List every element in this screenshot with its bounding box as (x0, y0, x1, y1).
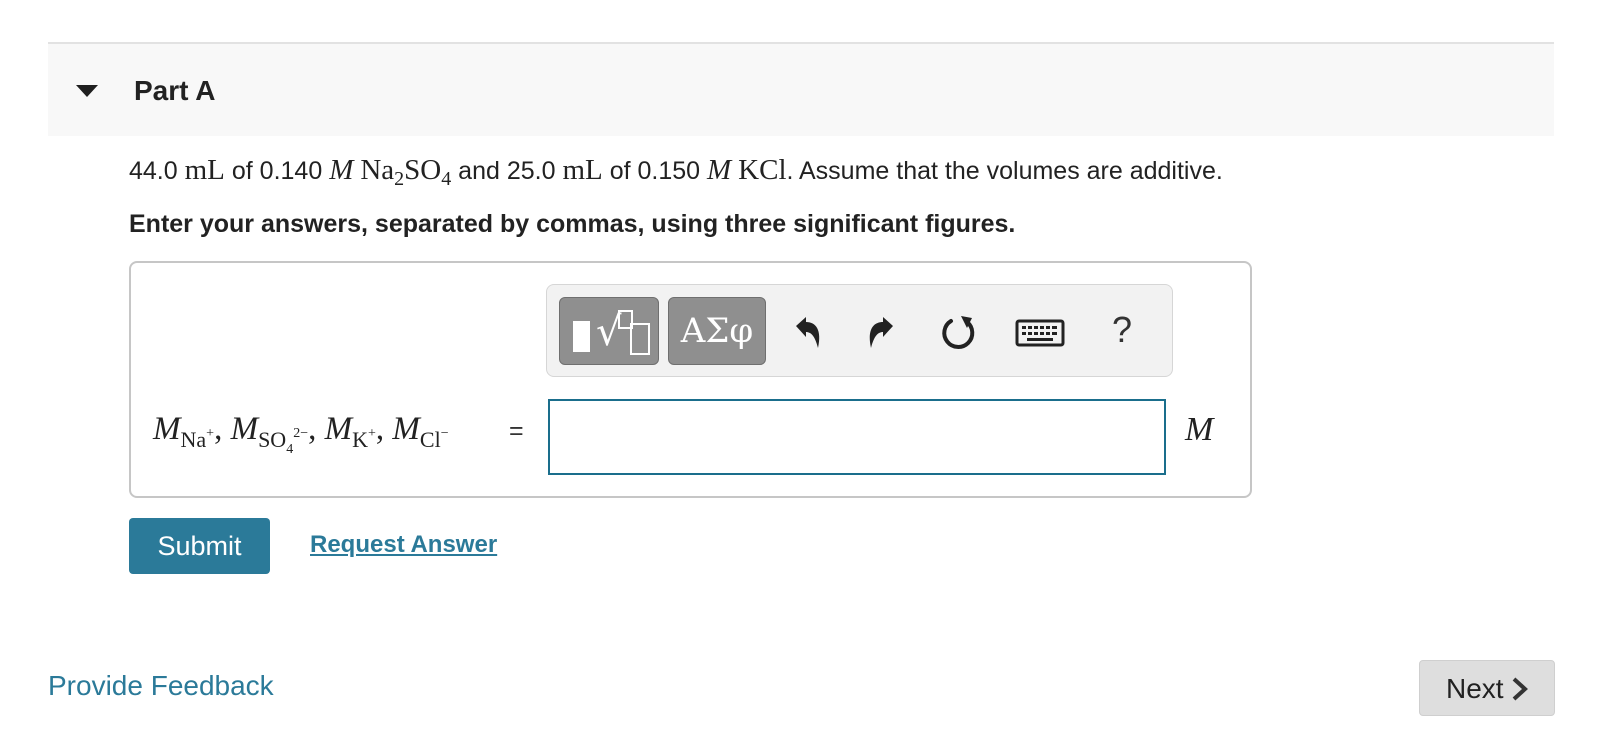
templates-radical-icon[interactable]: √ (559, 297, 659, 365)
part-header[interactable]: Part A (48, 42, 1554, 136)
equals-sign: = (509, 417, 524, 445)
keyboard-icon[interactable] (1013, 308, 1069, 358)
answer-unit: M (1185, 411, 1214, 448)
answer-input[interactable] (548, 399, 1166, 475)
reset-icon[interactable] (934, 308, 984, 358)
submit-button[interactable]: Submit (129, 518, 270, 574)
provide-feedback-link[interactable]: Provide Feedback (48, 670, 274, 702)
next-label: Next (1446, 673, 1504, 704)
question-text: 44.0 mL of 0.140 M Na2SO4 and 25.0 mL of… (129, 154, 1223, 190)
math-toolbar: √ ΑΣφ ? (546, 284, 1173, 377)
next-button[interactable]: Next (1419, 660, 1555, 716)
answer-box: √ ΑΣφ ? MNa+, MSO42−, MK+, MCl− = M (129, 261, 1252, 498)
request-answer-link[interactable]: Request Answer (310, 531, 497, 559)
symbols-button[interactable]: ΑΣφ (668, 297, 766, 365)
chevron-right-icon (1512, 677, 1528, 701)
undo-icon[interactable] (782, 308, 832, 358)
help-button[interactable]: ? (1102, 305, 1142, 355)
answer-label: MNa+, MSO42−, MK+, MCl− (153, 411, 449, 457)
symbols-label: ΑΣφ (680, 311, 754, 351)
redo-icon[interactable] (857, 308, 907, 358)
instruction-text: Enter your answers, separated by commas,… (129, 210, 1016, 238)
caret-down-icon[interactable] (76, 85, 98, 97)
part-title: Part A (134, 75, 216, 106)
